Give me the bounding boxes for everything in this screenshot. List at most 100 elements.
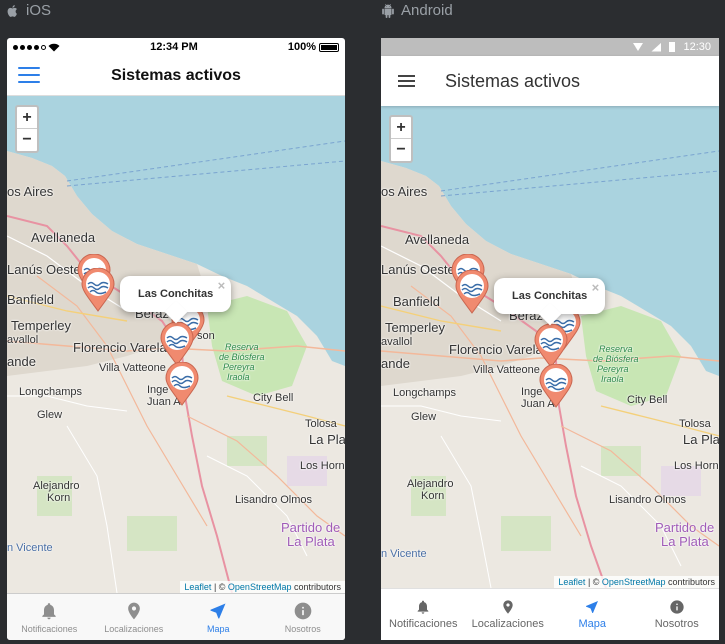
- android-phone: 12:30 Sistemas activos + − os Aires Avel…: [381, 38, 719, 640]
- ios-status-bar: 12:34 PM 100%: [7, 38, 345, 56]
- map-view[interactable]: + − os Aires Avellaneda Lanús Oeste Banf…: [7, 96, 345, 593]
- hamburger-menu-icon[interactable]: [18, 67, 40, 83]
- zoom-in-button[interactable]: +: [17, 107, 37, 129]
- map-label: City Bell: [253, 392, 294, 404]
- popup-title: Las Conchitas: [138, 288, 214, 300]
- popup-close-button[interactable]: ×: [218, 278, 226, 293]
- bell-icon: [417, 600, 429, 614]
- map-label: de Biósfera: [593, 354, 639, 364]
- map-label: Glew: [411, 411, 437, 423]
- water-system-marker[interactable]: [165, 362, 199, 406]
- map-label: ande: [7, 354, 36, 369]
- map-label: Partido de: [655, 520, 715, 535]
- map-label: Iraola: [601, 374, 624, 384]
- map-label: Banfield: [393, 294, 440, 309]
- map-label: Lanús Oeste: [381, 262, 455, 277]
- osm-link[interactable]: OpenStreetMap: [228, 582, 292, 592]
- map-attribution: Leaflet | © OpenStreetMap contributors: [180, 581, 345, 593]
- map-label: City Bell: [627, 394, 668, 406]
- android-label-text: Android: [401, 2, 453, 19]
- ios-label-text: iOS: [26, 2, 52, 19]
- map-label: Longchamps: [393, 387, 456, 399]
- android-time: 12:30: [683, 41, 711, 53]
- location-pin-icon: [127, 602, 140, 619]
- map-label: Temperley: [11, 318, 71, 333]
- page-title: Sistemas activos: [111, 66, 241, 84]
- zoom-control: + −: [15, 105, 39, 153]
- map-label: Los Hornos: [674, 460, 719, 472]
- tab-label: Mapa: [206, 623, 230, 634]
- map-label: Pereyra: [223, 362, 255, 372]
- map-label: Villa Vatteone: [99, 362, 166, 374]
- map-label: Pereyra: [597, 364, 629, 374]
- zoom-in-button[interactable]: +: [391, 117, 411, 139]
- android-status-bar: 12:30: [381, 38, 719, 56]
- map-label: La Plata: [287, 534, 335, 549]
- water-system-marker[interactable]: [534, 324, 568, 368]
- map-label: os Aires: [381, 184, 428, 199]
- battery-icon: [669, 42, 676, 52]
- map-label: Lisandro Olmos: [609, 494, 687, 506]
- tab-mapa[interactable]: Mapa: [176, 594, 261, 640]
- attribution-separator: | ©: [211, 582, 228, 592]
- attribution-separator: | ©: [585, 577, 602, 587]
- water-system-marker[interactable]: [160, 322, 194, 366]
- tab-nosotros[interactable]: Nosotros: [261, 594, 346, 640]
- tab-label: Localizaciones: [471, 618, 544, 630]
- map-label: de Biósfera: [219, 352, 265, 362]
- tab-label: Notificaciones: [21, 623, 78, 634]
- tab-notificaciones[interactable]: Notificaciones: [7, 594, 92, 640]
- hamburger-menu-icon[interactable]: [398, 75, 415, 87]
- tab-label: Nosotros: [284, 623, 321, 634]
- map-label: Reserva: [599, 344, 633, 354]
- navigation-arrow-icon: [586, 601, 599, 613]
- leaflet-link[interactable]: Leaflet: [558, 577, 585, 587]
- map-label: Tolosa: [679, 418, 711, 430]
- ios-platform-label: iOS: [6, 2, 51, 19]
- map-label: Alejandro: [407, 478, 454, 490]
- water-system-marker[interactable]: [539, 364, 573, 408]
- tab-notificaciones[interactable]: Notificaciones: [381, 589, 466, 640]
- tab-localizaciones[interactable]: Localizaciones: [466, 589, 551, 640]
- map-label: n Vicente: [7, 542, 53, 554]
- map-label: La Plata: [661, 534, 709, 549]
- osm-link[interactable]: OpenStreetMap: [602, 577, 666, 587]
- android-tab-bar: Notificaciones Localizaciones Mapa Nosot…: [381, 588, 719, 640]
- map-label: Reserva: [225, 342, 259, 352]
- battery-icon: [319, 42, 339, 52]
- map-label: Korn: [421, 490, 445, 502]
- popup-title: Las Conchitas: [512, 290, 588, 302]
- bell-icon: [42, 602, 56, 619]
- map-view[interactable]: + − os Aires Avellaneda Lanús Oeste Banf…: [381, 106, 719, 588]
- zoom-out-button[interactable]: −: [391, 139, 411, 161]
- ios-phone: 12:34 PM 100% Sistemas activos + − os Ai…: [7, 38, 345, 640]
- map-label: avallol: [7, 334, 39, 346]
- tab-mapa[interactable]: Mapa: [550, 589, 635, 640]
- map-label: Tolosa: [305, 418, 337, 430]
- leaflet-link[interactable]: Leaflet: [184, 582, 211, 592]
- apple-icon: [7, 4, 17, 17]
- map-label: n Vicente: [381, 548, 427, 560]
- info-icon: [670, 600, 684, 614]
- attribution-suffix: contributors: [291, 582, 341, 592]
- map-label: Alejandro: [33, 480, 80, 492]
- map-label: Lisandro Olmos: [235, 494, 313, 506]
- water-system-marker[interactable]: [81, 268, 115, 312]
- tab-localizaciones[interactable]: Localizaciones: [92, 594, 177, 640]
- map-label: Avellaneda: [405, 232, 470, 247]
- popup-close-button[interactable]: ×: [592, 280, 600, 295]
- zoom-control: + −: [389, 115, 413, 163]
- info-icon: [294, 602, 312, 619]
- map-label: Banfield: [7, 292, 54, 307]
- signal-icon: [13, 43, 60, 52]
- android-icon: [382, 3, 394, 18]
- map-label: Temperley: [385, 320, 445, 335]
- wifi-icon: [633, 43, 644, 51]
- zoom-out-button[interactable]: −: [17, 129, 37, 151]
- android-header: Sistemas activos: [381, 56, 719, 106]
- android-platform-label: Android: [381, 2, 453, 19]
- tab-nosotros[interactable]: Nosotros: [635, 589, 720, 640]
- water-system-marker[interactable]: [455, 270, 489, 314]
- map-label: ande: [381, 356, 410, 371]
- map-label: Lanús Oeste: [7, 262, 81, 277]
